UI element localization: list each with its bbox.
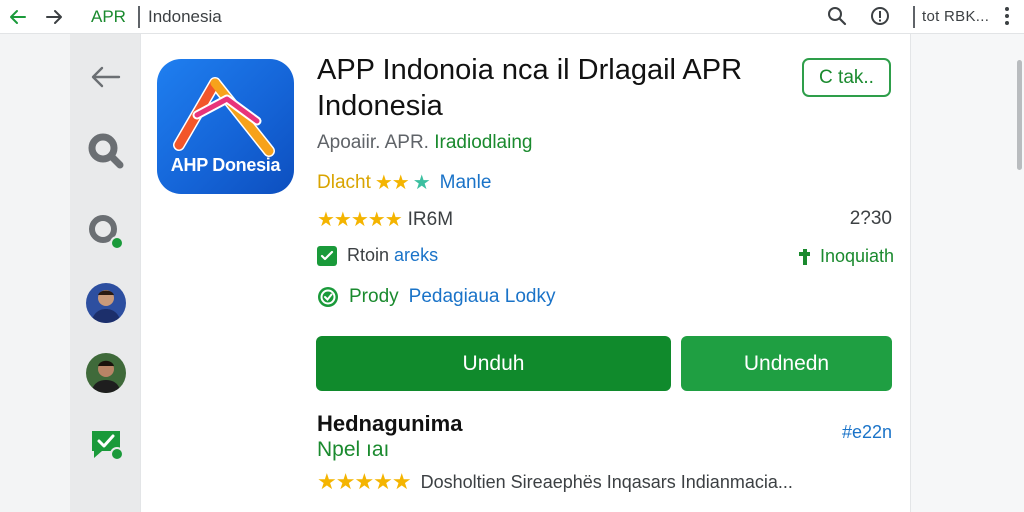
app-logo-text: AHP Donesia [170,155,281,175]
checkbox-row[interactable]: Rtoin areks [317,245,438,266]
tag-row: Dlacht ★★ ★ Manle [317,170,491,195]
verified-check-icon [318,287,338,307]
rating-value: 2?30 [849,208,892,229]
developer-link[interactable]: Iradiodlaing [434,132,532,153]
rating-row: ★★★★★ IR6M [317,207,453,232]
forward-arrow-icon[interactable] [44,7,64,27]
tag-star-teal-icon: ★ [412,172,431,194]
bookmark-label: Inoquiath [820,246,895,266]
side-search-icon[interactable] [84,129,128,173]
right-margin [911,34,1024,512]
verified-row: Prody Pedagiaua Lodky [317,286,555,308]
site-name[interactable]: APR [91,7,126,27]
browser-toolbar: APR Indonesia tot RBK... [0,0,1024,34]
side-chat-check-icon[interactable] [84,421,128,465]
section-subtitle: Npel ıaı [317,438,390,461]
section-title: Hednagunima [317,411,463,436]
review-stars: ★★★★★ [317,469,412,494]
checkbox-label-link[interactable]: areks [394,245,438,265]
status-badge [110,447,124,461]
menu-dots-icon[interactable] [996,5,1018,27]
install-button[interactable]: Unduh [316,336,671,391]
app-title: APP Indonoia nca il Drlagail APR Indones… [317,54,743,122]
bookmark-link[interactable]: Inoquiath [796,246,894,267]
tag-link[interactable]: Manle [440,172,492,194]
rating-stars: ★★★★★ [317,209,403,231]
side-search-badge-icon[interactable] [84,210,128,254]
side-avatar-2[interactable] [84,351,128,395]
address-divider [138,6,140,28]
side-avatar-1[interactable] [84,281,128,325]
share-button[interactable]: C tak.. [802,58,891,97]
side-back-arrow-icon[interactable] [84,55,128,99]
puzzle-icon [799,248,810,265]
checkbox-label: Rtoin areks [347,245,438,266]
review-row: ★★★★★ Dosholtien Sireaephës Inqasars Ind… [317,469,793,495]
secondary-install-button[interactable]: Undnedn [681,336,892,391]
search-icon[interactable] [826,5,848,27]
verified-label: Prody [349,286,399,307]
toolbar-right-text[interactable]: tot RBK... [922,8,989,25]
rating-count: IR6M [407,208,454,230]
address-text[interactable]: Indonesia [148,7,222,27]
tag-label: Dlacht [317,171,371,193]
scrollbar-thumb[interactable] [1017,60,1022,170]
checkbox-label-plain: Rtoin [347,245,390,265]
app-logo-icon: AHP Donesia [157,59,294,194]
developer-line: Apoaiir. APR. Iradiodlaing [317,132,532,154]
avatar [86,283,126,323]
back-arrow-icon[interactable] [8,7,28,27]
review-text: Dosholtien Sireaephës Inqasars Indianmac… [420,471,793,492]
avatar [86,353,126,393]
checkbox-checked-icon[interactable] [317,245,337,266]
tag-stars: ★★ [374,172,410,194]
toolbar-divider [913,6,915,28]
developer-name: Apoaiir. APR. [317,132,429,153]
verified-link[interactable]: Pedagiaua Lodky [409,286,556,308]
status-badge [110,236,124,250]
info-icon[interactable] [869,5,891,27]
section-tag-link[interactable]: #e22n [836,422,892,443]
